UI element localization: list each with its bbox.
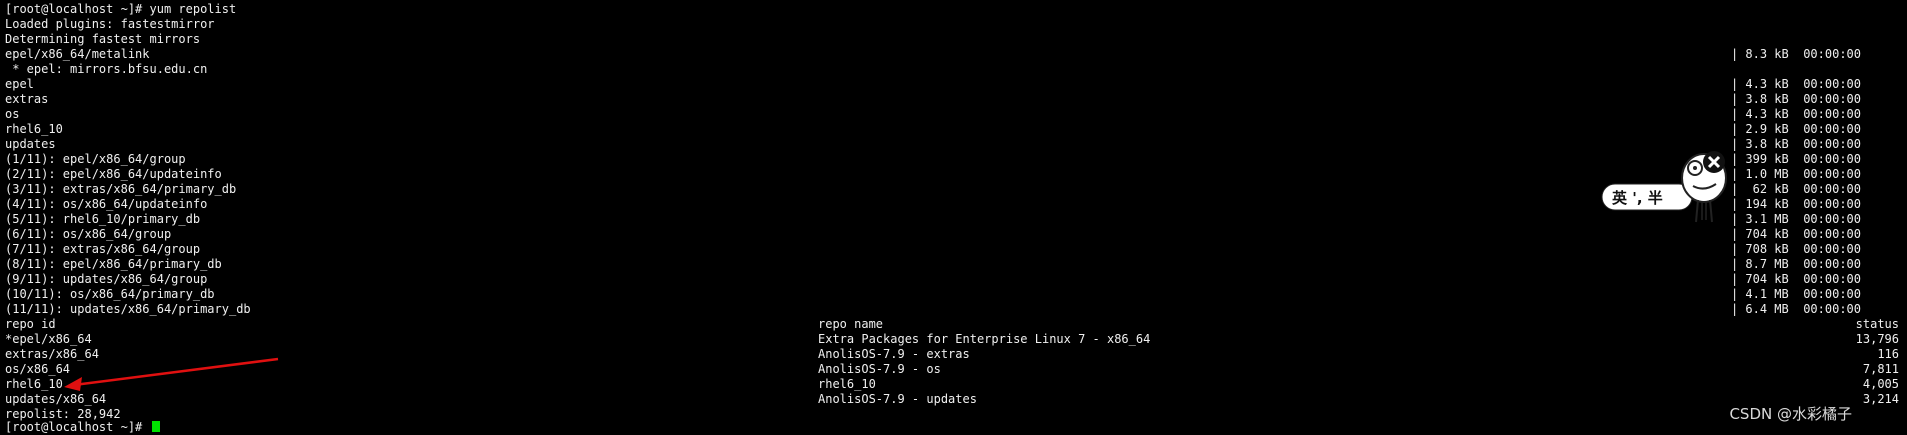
output-line: epel/x86_64/metalink <box>5 47 150 61</box>
download-stat: | 8.7 MB 00:00:00 <box>1730 257 1861 271</box>
repo-id-header: repo id <box>5 317 56 331</box>
repo-status-cell: 13,796 <box>1855 332 1899 346</box>
status-header: status <box>1855 317 1899 331</box>
repo-status-cell: 4,005 <box>1862 377 1899 391</box>
repo-name-header: repo name <box>818 317 884 331</box>
sticker-text: 英 ', 半 <box>1612 189 1663 207</box>
repo-status-cell: 3,214 <box>1862 392 1899 406</box>
download-stat: | 704 kB 00:00:00 <box>1730 272 1861 286</box>
output-line: (9/11): updates/x86_64/group <box>5 272 208 286</box>
output-line: (2/11): epel/x86_64/updateinfo <box>5 167 222 181</box>
output-line: extras <box>5 92 49 106</box>
repo-id-cell: rhel6_10 <box>5 377 63 391</box>
repo-name-cell: Extra Packages for Enterprise Linux 7 - … <box>818 332 1151 346</box>
repo-name-cell: rhel6_10 <box>818 377 876 391</box>
output-line: Determining fastest mirrors <box>5 32 201 46</box>
command-line: [root@localhost ~]# yum repolist <box>5 2 237 16</box>
repo-name-cell: AnolisOS-7.9 - os <box>818 362 941 376</box>
output-line: Loaded plugins: fastestmirror <box>5 17 215 31</box>
final-prompt-line[interactable]: [root@localhost ~]# <box>5 420 160 435</box>
output-line: epel <box>5 77 34 91</box>
cartoon-face-icon <box>1601 151 1727 223</box>
repo-name-cell: AnolisOS-7.9 - extras <box>818 347 970 361</box>
download-stat: | 708 kB 00:00:00 <box>1730 242 1861 256</box>
output-line: (6/11): os/x86_64/group <box>5 227 172 241</box>
output-line: (3/11): extras/x86_64/primary_db <box>5 182 237 196</box>
download-stat: | 399 kB 00:00:00 <box>1730 152 1861 166</box>
output-line: (8/11): epel/x86_64/primary_db <box>5 257 222 271</box>
download-stat: | 704 kB 00:00:00 <box>1730 227 1861 241</box>
output-line: (7/11): extras/x86_64/group <box>5 242 201 256</box>
download-stat: | 4.3 kB 00:00:00 <box>1730 107 1861 121</box>
repo-status-cell: 7,811 <box>1862 362 1899 376</box>
download-stat: | 4.3 kB 00:00:00 <box>1730 77 1861 91</box>
repo-id-cell: *epel/x86_64 <box>5 332 92 346</box>
repo-status-cell: 116 <box>1877 347 1899 361</box>
output-line: (11/11): updates/x86_64/primary_db <box>5 302 251 316</box>
red-arrow-annotation <box>64 357 279 391</box>
terminal-window[interactable]: [root@localhost ~]# yum repolist Loaded … <box>0 0 1907 434</box>
output-line: * epel: mirrors.bfsu.edu.cn <box>5 62 208 76</box>
repo-name-cell: AnolisOS-7.9 - updates <box>818 392 977 406</box>
output-line: rhel6_10 <box>5 122 63 136</box>
csdn-watermark: CSDN @水彩橘子 <box>1729 405 1852 423</box>
download-stat: | 62 kB 00:00:00 <box>1730 182 1861 196</box>
download-stat: | 4.1 MB 00:00:00 <box>1730 287 1861 301</box>
output-line: (4/11): os/x86_64/updateinfo <box>5 197 208 211</box>
download-stat: | 6.4 MB 00:00:00 <box>1730 302 1861 316</box>
final-prompt: [root@localhost ~]# <box>5 420 150 434</box>
download-stat: | 1.0 MB 00:00:00 <box>1730 167 1861 181</box>
output-line: updates <box>5 137 56 151</box>
output-line: (10/11): os/x86_64/primary_db <box>5 287 215 301</box>
output-line: (5/11): rhel6_10/primary_db <box>5 212 201 226</box>
download-stat: | 3.8 kB 00:00:00 <box>1730 137 1861 151</box>
download-stat: | 3.1 MB 00:00:00 <box>1730 212 1861 226</box>
output-line: (1/11): epel/x86_64/group <box>5 152 186 166</box>
terminal-cursor <box>151 421 160 432</box>
output-line: os <box>5 107 20 121</box>
download-stat: | 3.8 kB 00:00:00 <box>1730 92 1861 106</box>
download-stat: | 8.3 kB 00:00:00 <box>1730 47 1861 61</box>
download-stat: | 2.9 kB 00:00:00 <box>1730 122 1861 136</box>
download-stat: | 194 kB 00:00:00 <box>1730 197 1861 211</box>
cartoon-sticker: 英 ', 半 <box>1600 138 1730 228</box>
